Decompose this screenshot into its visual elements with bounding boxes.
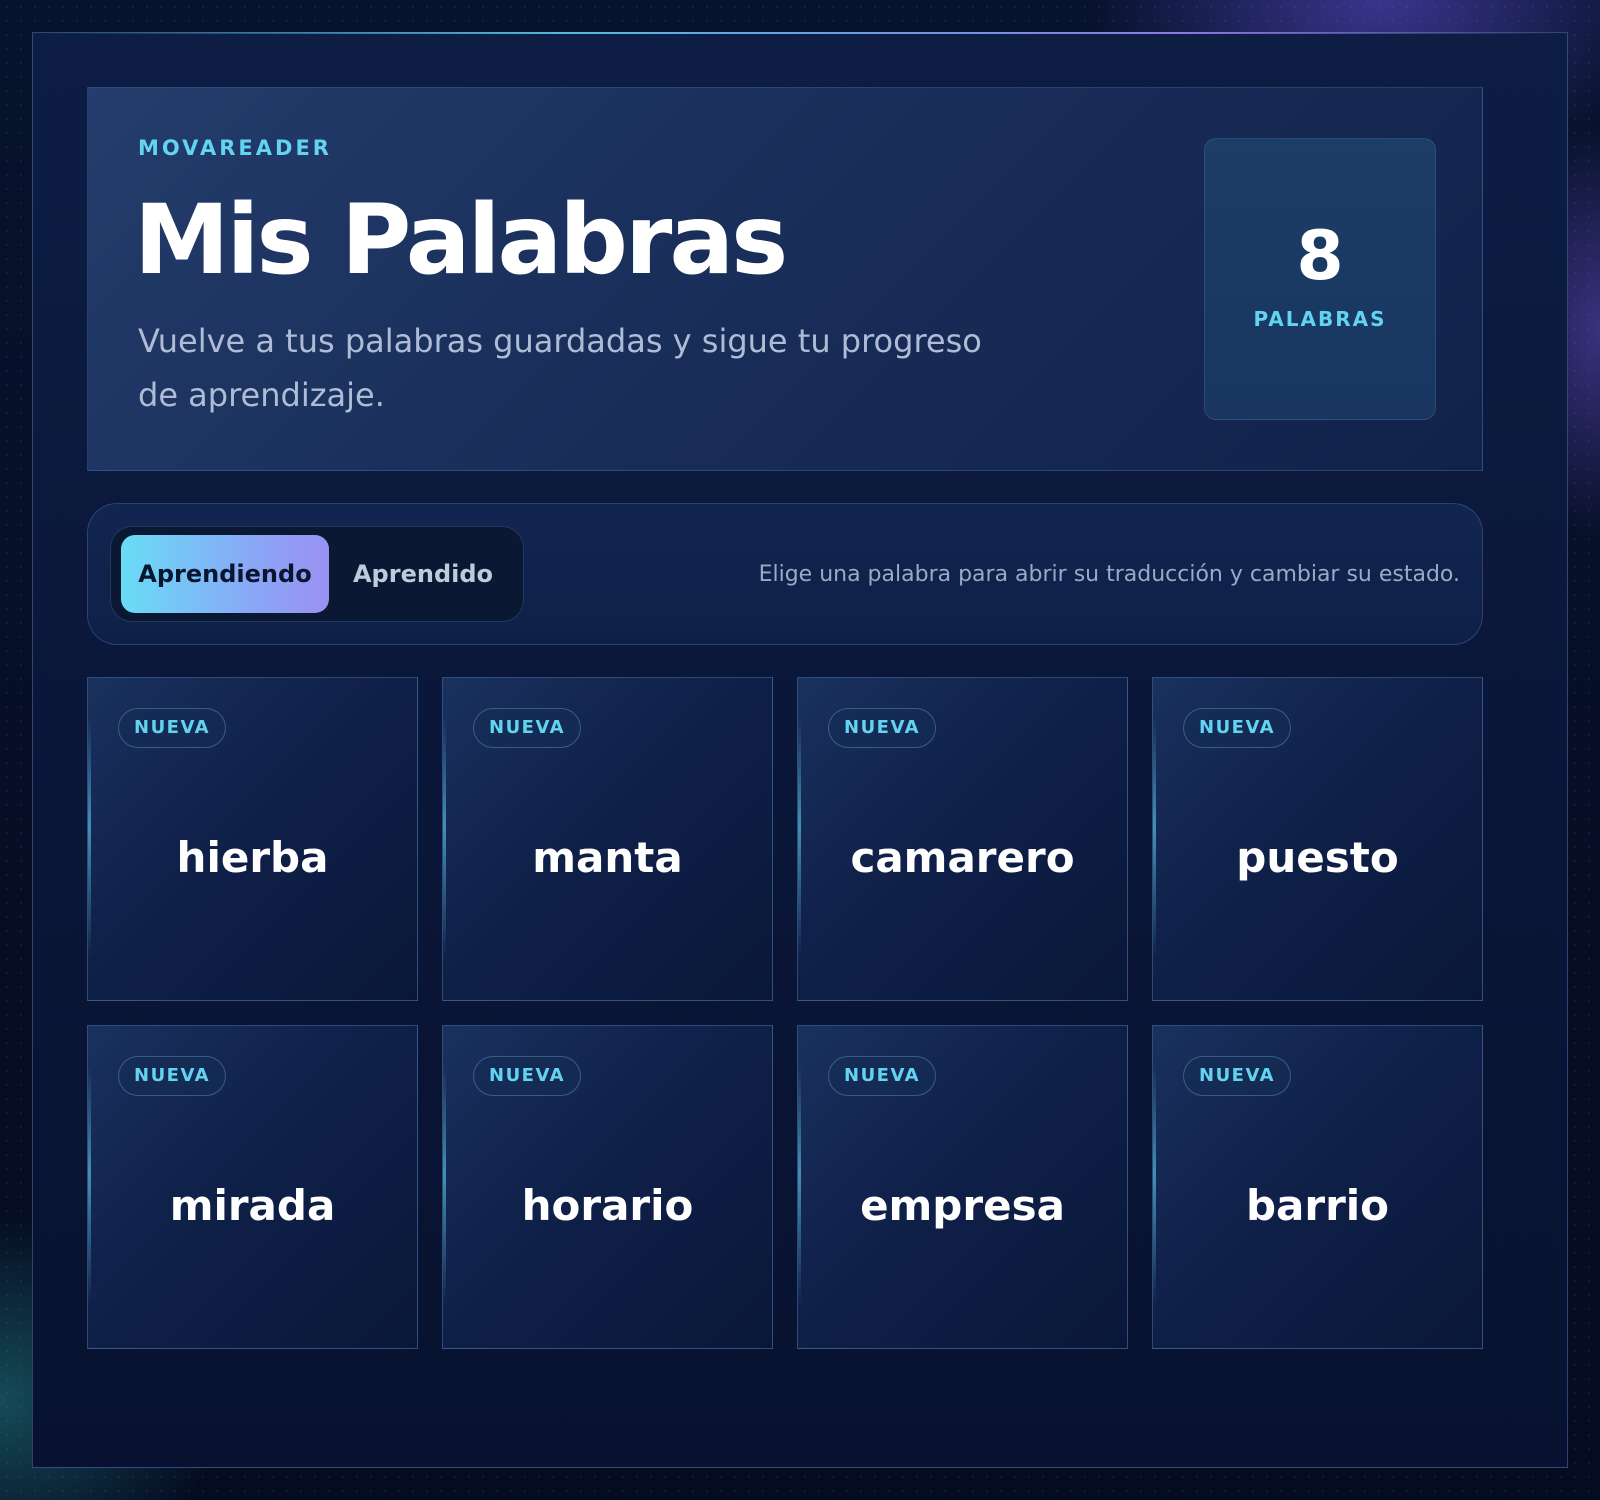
word-card-camarero[interactable]: NUEVA camarero: [797, 677, 1128, 1001]
status-badge: NUEVA: [1183, 1056, 1292, 1096]
word-count-value: 8: [1296, 217, 1344, 296]
status-tabs: Aprendiendo Aprendido: [110, 526, 524, 622]
word-grid: NUEVA hierba NUEVA manta NUEVA camarero …: [87, 677, 1483, 1349]
word-card-mirada[interactable]: NUEVA mirada: [87, 1025, 418, 1349]
word-text: hierba: [176, 833, 329, 882]
status-badge: NUEVA: [828, 708, 937, 748]
word-count-label: PALABRAS: [1253, 307, 1387, 331]
status-badge: NUEVA: [118, 1056, 227, 1096]
app-window: MOVAREADER Mis Palabras Vuelve a tus pal…: [32, 32, 1568, 1468]
word-text: mirada: [169, 1181, 336, 1230]
tab-aprendiendo[interactable]: Aprendiendo: [121, 535, 329, 613]
hero-panel: MOVAREADER Mis Palabras Vuelve a tus pal…: [87, 87, 1483, 471]
word-card-empresa[interactable]: NUEVA empresa: [797, 1025, 1128, 1349]
brand-label: MOVAREADER: [138, 136, 332, 160]
status-badge: NUEVA: [473, 708, 582, 748]
page-title: Mis Palabras: [134, 184, 788, 296]
word-text: horario: [521, 1181, 694, 1230]
word-card-puesto[interactable]: NUEVA puesto: [1152, 677, 1483, 1001]
status-badge: NUEVA: [118, 708, 227, 748]
tab-aprendido[interactable]: Aprendido: [333, 535, 513, 613]
word-text: barrio: [1245, 1181, 1390, 1230]
word-card-hierba[interactable]: NUEVA hierba: [87, 677, 418, 1001]
word-card-manta[interactable]: NUEVA manta: [442, 677, 773, 1001]
filter-toolbar: Aprendiendo Aprendido Elige una palabra …: [87, 503, 1483, 645]
word-text: camarero: [850, 833, 1075, 882]
top-glow-line: [33, 32, 1567, 34]
word-card-barrio[interactable]: NUEVA barrio: [1152, 1025, 1483, 1349]
page-subtitle: Vuelve a tus palabras guardadas y sigue …: [138, 322, 982, 414]
instruction-hint: Elige una palabra para abrir su traducci…: [758, 562, 1460, 587]
status-badge: NUEVA: [1183, 708, 1292, 748]
status-badge: NUEVA: [828, 1056, 937, 1096]
word-text: empresa: [860, 1181, 1065, 1230]
word-count-card: 8 PALABRAS: [1204, 138, 1436, 420]
word-text: puesto: [1236, 833, 1399, 882]
word-text: manta: [532, 833, 683, 882]
word-card-horario[interactable]: NUEVA horario: [442, 1025, 773, 1349]
status-badge: NUEVA: [473, 1056, 582, 1096]
